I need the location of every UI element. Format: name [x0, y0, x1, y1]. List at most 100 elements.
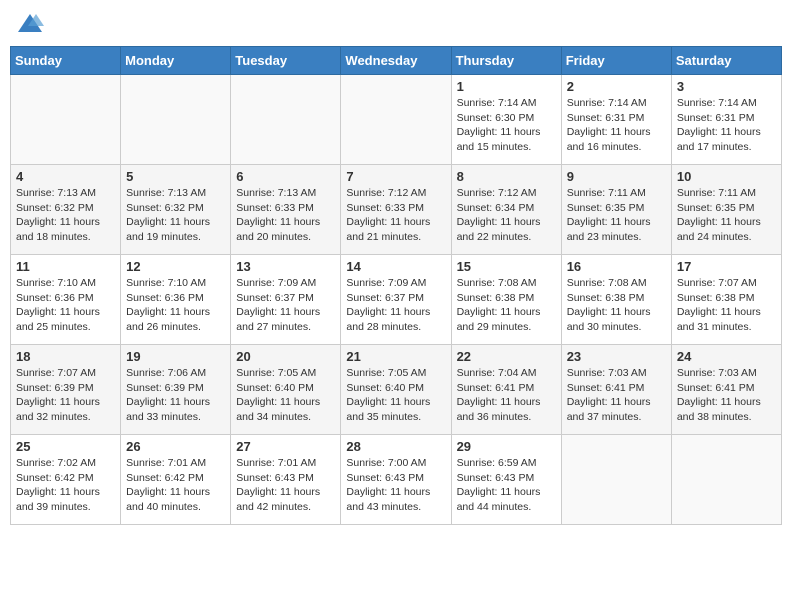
calendar-cell [121, 75, 231, 165]
calendar-cell: 3 Sunrise: 7:14 AM Sunset: 6:31 PM Daylig… [671, 75, 781, 165]
day-number: 29 [457, 439, 556, 454]
day-number: 18 [16, 349, 115, 364]
day-info: Sunrise: 7:05 AM Sunset: 6:40 PM Dayligh… [236, 366, 335, 425]
calendar-cell: 27 Sunrise: 7:01 AM Sunset: 6:43 PM Dayli… [231, 435, 341, 525]
day-info: Sunrise: 7:06 AM Sunset: 6:39 PM Dayligh… [126, 366, 225, 425]
day-info: Sunrise: 7:01 AM Sunset: 6:43 PM Dayligh… [236, 456, 335, 515]
day-info: Sunrise: 7:13 AM Sunset: 6:32 PM Dayligh… [126, 186, 225, 245]
day-info: Sunrise: 7:13 AM Sunset: 6:32 PM Dayligh… [16, 186, 115, 245]
calendar-cell: 6 Sunrise: 7:13 AM Sunset: 6:33 PM Daylig… [231, 165, 341, 255]
day-number: 9 [567, 169, 666, 184]
day-info: Sunrise: 7:14 AM Sunset: 6:30 PM Dayligh… [457, 96, 556, 155]
day-header-saturday: Saturday [671, 47, 781, 75]
day-info: Sunrise: 7:14 AM Sunset: 6:31 PM Dayligh… [567, 96, 666, 155]
calendar-cell [341, 75, 451, 165]
day-info: Sunrise: 7:05 AM Sunset: 6:40 PM Dayligh… [346, 366, 445, 425]
calendar-cell: 26 Sunrise: 7:01 AM Sunset: 6:42 PM Dayli… [121, 435, 231, 525]
day-number: 10 [677, 169, 776, 184]
day-info: Sunrise: 7:14 AM Sunset: 6:31 PM Dayligh… [677, 96, 776, 155]
calendar-cell: 1 Sunrise: 7:14 AM Sunset: 6:30 PM Daylig… [451, 75, 561, 165]
day-info: Sunrise: 7:03 AM Sunset: 6:41 PM Dayligh… [677, 366, 776, 425]
day-number: 16 [567, 259, 666, 274]
calendar-cell: 11 Sunrise: 7:10 AM Sunset: 6:36 PM Dayli… [11, 255, 121, 345]
day-info: Sunrise: 7:11 AM Sunset: 6:35 PM Dayligh… [567, 186, 666, 245]
day-number: 3 [677, 79, 776, 94]
day-number: 13 [236, 259, 335, 274]
page-header [10, 10, 782, 38]
day-info: Sunrise: 7:10 AM Sunset: 6:36 PM Dayligh… [126, 276, 225, 335]
day-number: 17 [677, 259, 776, 274]
day-info: Sunrise: 7:13 AM Sunset: 6:33 PM Dayligh… [236, 186, 335, 245]
calendar-cell: 25 Sunrise: 7:02 AM Sunset: 6:42 PM Dayli… [11, 435, 121, 525]
day-number: 20 [236, 349, 335, 364]
calendar-cell [671, 435, 781, 525]
day-number: 12 [126, 259, 225, 274]
calendar-cell: 13 Sunrise: 7:09 AM Sunset: 6:37 PM Dayli… [231, 255, 341, 345]
day-number: 25 [16, 439, 115, 454]
day-info: Sunrise: 7:09 AM Sunset: 6:37 PM Dayligh… [236, 276, 335, 335]
calendar-cell [561, 435, 671, 525]
day-info: Sunrise: 7:12 AM Sunset: 6:34 PM Dayligh… [457, 186, 556, 245]
logo [14, 10, 44, 38]
calendar-cell: 2 Sunrise: 7:14 AM Sunset: 6:31 PM Daylig… [561, 75, 671, 165]
calendar-cell [11, 75, 121, 165]
day-info: Sunrise: 7:04 AM Sunset: 6:41 PM Dayligh… [457, 366, 556, 425]
calendar-cell: 5 Sunrise: 7:13 AM Sunset: 6:32 PM Daylig… [121, 165, 231, 255]
day-number: 19 [126, 349, 225, 364]
day-number: 15 [457, 259, 556, 274]
day-info: Sunrise: 7:08 AM Sunset: 6:38 PM Dayligh… [567, 276, 666, 335]
calendar-cell: 14 Sunrise: 7:09 AM Sunset: 6:37 PM Dayli… [341, 255, 451, 345]
calendar-cell: 8 Sunrise: 7:12 AM Sunset: 6:34 PM Daylig… [451, 165, 561, 255]
day-info: Sunrise: 7:10 AM Sunset: 6:36 PM Dayligh… [16, 276, 115, 335]
calendar-cell: 29 Sunrise: 6:59 AM Sunset: 6:43 PM Dayli… [451, 435, 561, 525]
logo-icon [16, 10, 44, 38]
day-info: Sunrise: 7:11 AM Sunset: 6:35 PM Dayligh… [677, 186, 776, 245]
calendar-cell: 15 Sunrise: 7:08 AM Sunset: 6:38 PM Dayli… [451, 255, 561, 345]
calendar-cell: 19 Sunrise: 7:06 AM Sunset: 6:39 PM Dayli… [121, 345, 231, 435]
day-header-tuesday: Tuesday [231, 47, 341, 75]
day-number: 4 [16, 169, 115, 184]
day-info: Sunrise: 6:59 AM Sunset: 6:43 PM Dayligh… [457, 456, 556, 515]
day-number: 8 [457, 169, 556, 184]
day-number: 7 [346, 169, 445, 184]
calendar-cell: 17 Sunrise: 7:07 AM Sunset: 6:38 PM Dayli… [671, 255, 781, 345]
calendar-cell: 28 Sunrise: 7:00 AM Sunset: 6:43 PM Dayli… [341, 435, 451, 525]
day-number: 1 [457, 79, 556, 94]
day-number: 24 [677, 349, 776, 364]
day-number: 5 [126, 169, 225, 184]
day-info: Sunrise: 7:03 AM Sunset: 6:41 PM Dayligh… [567, 366, 666, 425]
calendar-cell: 16 Sunrise: 7:08 AM Sunset: 6:38 PM Dayli… [561, 255, 671, 345]
day-info: Sunrise: 7:00 AM Sunset: 6:43 PM Dayligh… [346, 456, 445, 515]
day-info: Sunrise: 7:12 AM Sunset: 6:33 PM Dayligh… [346, 186, 445, 245]
calendar-cell: 10 Sunrise: 7:11 AM Sunset: 6:35 PM Dayli… [671, 165, 781, 255]
day-number: 22 [457, 349, 556, 364]
day-header-monday: Monday [121, 47, 231, 75]
day-number: 23 [567, 349, 666, 364]
day-number: 28 [346, 439, 445, 454]
day-info: Sunrise: 7:07 AM Sunset: 6:39 PM Dayligh… [16, 366, 115, 425]
day-number: 27 [236, 439, 335, 454]
day-header-friday: Friday [561, 47, 671, 75]
day-number: 6 [236, 169, 335, 184]
calendar-cell: 18 Sunrise: 7:07 AM Sunset: 6:39 PM Dayli… [11, 345, 121, 435]
day-number: 26 [126, 439, 225, 454]
calendar-cell: 12 Sunrise: 7:10 AM Sunset: 6:36 PM Dayli… [121, 255, 231, 345]
day-header-wednesday: Wednesday [341, 47, 451, 75]
calendar-cell: 23 Sunrise: 7:03 AM Sunset: 6:41 PM Dayli… [561, 345, 671, 435]
calendar-cell: 20 Sunrise: 7:05 AM Sunset: 6:40 PM Dayli… [231, 345, 341, 435]
day-info: Sunrise: 7:09 AM Sunset: 6:37 PM Dayligh… [346, 276, 445, 335]
calendar-cell: 22 Sunrise: 7:04 AM Sunset: 6:41 PM Dayli… [451, 345, 561, 435]
calendar-cell: 24 Sunrise: 7:03 AM Sunset: 6:41 PM Dayli… [671, 345, 781, 435]
day-info: Sunrise: 7:02 AM Sunset: 6:42 PM Dayligh… [16, 456, 115, 515]
day-number: 11 [16, 259, 115, 274]
day-header-sunday: Sunday [11, 47, 121, 75]
calendar-cell: 21Sunrise: 7:05 AM Sunset: 6:40 PM Dayli… [341, 345, 451, 435]
day-info: Sunrise: 7:07 AM Sunset: 6:38 PM Dayligh… [677, 276, 776, 335]
day-info: Sunrise: 7:01 AM Sunset: 6:42 PM Dayligh… [126, 456, 225, 515]
day-info: Sunrise: 7:08 AM Sunset: 6:38 PM Dayligh… [457, 276, 556, 335]
calendar-cell: 7 Sunrise: 7:12 AM Sunset: 6:33 PM Daylig… [341, 165, 451, 255]
day-number: 14 [346, 259, 445, 274]
day-number: 2 [567, 79, 666, 94]
calendar-table: SundayMondayTuesdayWednesdayThursdayFrid… [10, 46, 782, 525]
calendar-cell [231, 75, 341, 165]
